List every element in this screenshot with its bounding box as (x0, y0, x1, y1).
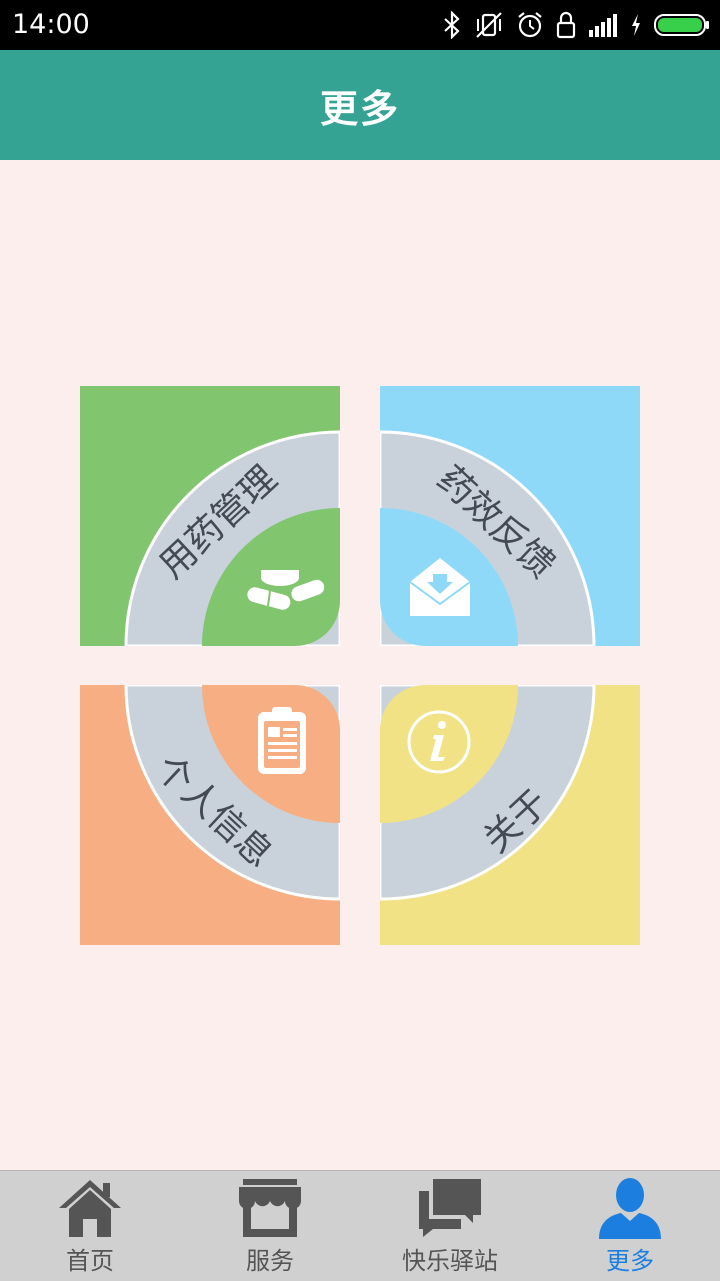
store-icon (239, 1179, 301, 1237)
alarm-icon (518, 12, 542, 38)
chat-icon (419, 1179, 481, 1237)
status-time: 14:00 (12, 9, 90, 40)
battery-icon (654, 14, 709, 36)
bluetooth-icon (444, 11, 460, 39)
nav-label-service: 服务 (246, 1247, 294, 1275)
tile-about[interactable]: 关于 (380, 685, 640, 945)
clipboard-icon (258, 707, 306, 774)
nav-item-happy-station[interactable]: 快乐驿站 (360, 1171, 540, 1281)
app-header: 更多 (0, 50, 720, 160)
bottom-nav: 首页 服务 快乐驿站 更多 (0, 1170, 720, 1281)
nav-label-happy-station: 快乐驿站 (402, 1247, 498, 1275)
status-bar: 14:00 (0, 0, 720, 50)
tile-efficacy-feedback[interactable]: 药效反馈 (380, 386, 640, 646)
vibrate-off-icon (476, 12, 502, 38)
nav-label-more: 更多 (606, 1247, 654, 1275)
status-icons (442, 9, 710, 41)
signal-icon (589, 14, 617, 37)
nav-item-service[interactable]: 服务 (180, 1171, 360, 1281)
nav-item-more[interactable]: 更多 (540, 1171, 720, 1281)
tile-medication-management[interactable]: 用药管理 (80, 386, 340, 646)
home-icon (59, 1180, 121, 1237)
nav-item-home[interactable]: 首页 (0, 1171, 180, 1281)
person-icon (599, 1178, 661, 1239)
nav-label-home: 首页 (66, 1247, 114, 1275)
lock-icon (556, 11, 576, 39)
page-title: 更多 (319, 86, 400, 131)
charging-icon (632, 14, 640, 36)
tile-personal-info[interactable]: 个人信息 (80, 685, 340, 945)
